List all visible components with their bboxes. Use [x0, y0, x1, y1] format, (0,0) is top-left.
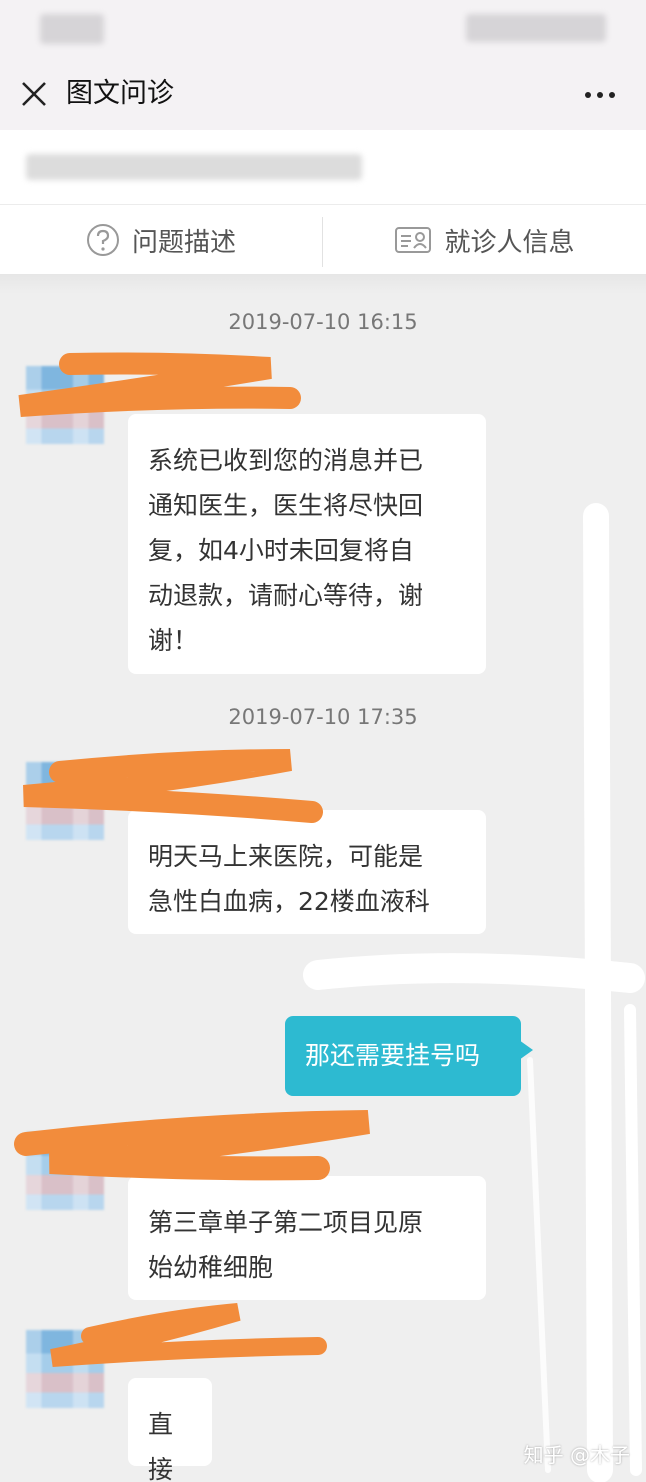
tab-label: 问题描述 [131, 227, 236, 258]
message-line: 第三章单子第二项目见原 [148, 1208, 424, 1237]
doctor-avatar [26, 1330, 104, 1408]
message-line: 始幼稚细胞 [148, 1253, 274, 1282]
hospital-info-bar [0, 130, 646, 204]
message-line: 动退款，请耐心等待，谢 [148, 581, 424, 610]
message-line: 复，如4小时未回复将自 [148, 536, 414, 565]
message-bubble: 直接 [128, 1378, 212, 1482]
tab-bar: 问题描述 就诊人信息 [0, 204, 646, 274]
message-bubble: 系统已收到您的消息并已 通知医生，医生将尽快回 复，如4小时未回复将自 动退款，… [128, 414, 486, 674]
message-bubble: 第三章单子第二项目见原 始幼稚细胞 [128, 1176, 486, 1300]
message-text: 那还需要挂号吗 [305, 1041, 481, 1070]
message-line: 系统已收到您的消息并已 [148, 446, 424, 475]
close-icon[interactable] [18, 78, 50, 110]
message-line: 直接 [148, 1410, 174, 1482]
doctor-avatar [26, 1132, 104, 1210]
tab-patient-info[interactable]: 就诊人信息 [323, 205, 646, 275]
message-bubble: 明天马上来医院，可能是 急性白血病，22楼血液科 [128, 810, 486, 934]
page-title: 图文问诊 [66, 78, 174, 109]
message-line: 通知医生，医生将尽快回 [148, 491, 424, 520]
message-timestamp: 2019-07-10 17:35 [228, 705, 418, 729]
doctor-avatar [26, 762, 104, 840]
hospital-info-blurred [26, 154, 362, 180]
tab-shadow [0, 274, 646, 294]
message-line: 急性白血病，22楼血液科 [148, 887, 430, 916]
nav-bar: 图文问诊 [0, 60, 646, 130]
my-message-bubble: 那还需要挂号吗 [285, 1016, 533, 1096]
status-bar [0, 0, 646, 60]
watermark: 知乎 @木子 [523, 1443, 630, 1467]
tab-problem-description[interactable]: 问题描述 [0, 205, 322, 275]
question-circle-icon [86, 224, 119, 256]
tab-label: 就诊人信息 [444, 227, 575, 258]
status-left-blurred [40, 14, 104, 44]
doctor-avatar [26, 366, 104, 444]
more-options-icon[interactable] [580, 80, 620, 110]
message-timestamp: 2019-07-10 16:15 [228, 310, 418, 334]
message-line: 明天马上来医院，可能是 [148, 842, 424, 871]
id-card-icon [395, 227, 432, 253]
message-line: 谢！ [148, 626, 199, 655]
status-right-blurred [466, 14, 606, 42]
